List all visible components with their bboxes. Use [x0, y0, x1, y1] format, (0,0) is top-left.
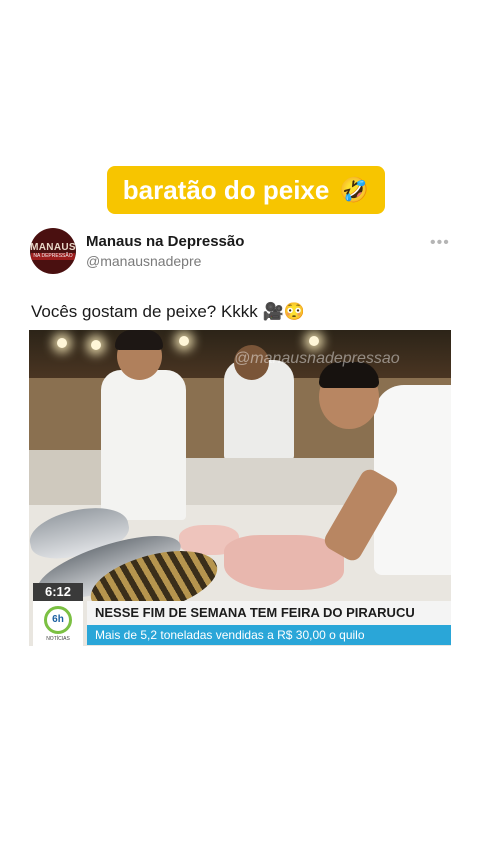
news-headline: NESSE FIM DE SEMANA TEM FEIRA DO PIRARUC…: [87, 601, 451, 625]
avatar[interactable]: MANAUS NA DEPRESSÃO: [30, 228, 76, 274]
avatar-logo-subtext: NA DEPRESSÃO: [31, 252, 75, 260]
video-watermark: @manausnadepressao: [234, 350, 400, 367]
banner-text: baratão do peixe: [122, 174, 330, 205]
broadcast-time: 6:12: [33, 583, 83, 601]
vendor-left: [101, 370, 186, 520]
more-options-icon[interactable]: •••: [430, 234, 450, 252]
video-player[interactable]: @manausnadepressao 6:12 6h NOTÍCIAS NESS…: [29, 330, 451, 646]
channel-logo-subtext: NOTÍCIAS: [46, 635, 70, 642]
account-name[interactable]: Manaus na Depressão: [86, 233, 244, 250]
avatar-logo-text: MANAUS: [30, 241, 76, 253]
ceiling-light: [91, 340, 101, 350]
title-banner: baratão do peixe 🤣: [107, 166, 385, 214]
account-handle[interactable]: @manausnadepre: [86, 253, 201, 269]
news-subline: Mais de 5,2 toneladas vendidas a R$ 30,0…: [87, 625, 451, 645]
ceiling-light: [179, 336, 189, 346]
laughing-emoji-icon: 🤣: [339, 176, 370, 204]
ceiling-light: [57, 338, 67, 348]
ceiling-light: [309, 336, 319, 346]
vendor-left-hair: [115, 330, 163, 350]
channel-logo: 6h NOTÍCIAS: [33, 601, 83, 646]
channel-logo-icon: 6h: [44, 605, 72, 634]
tweet-text: Vocês gostam de peixe? Kkkk 🎥😳: [31, 302, 305, 321]
